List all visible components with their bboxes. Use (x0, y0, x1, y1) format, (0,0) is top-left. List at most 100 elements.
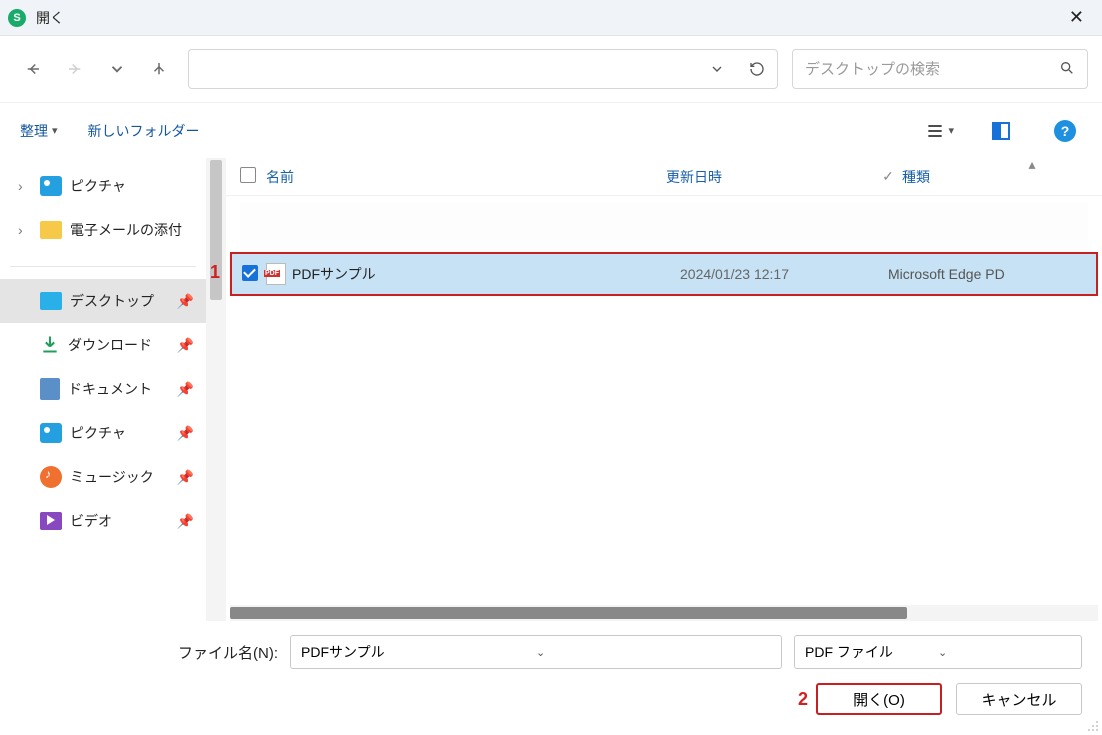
file-date: 2024/01/23 12:17 (680, 266, 888, 282)
redacted-row (240, 202, 1088, 250)
music-icon (40, 466, 62, 488)
pin-icon: 📌 (177, 293, 194, 310)
file-type: Microsoft Edge PD (888, 266, 1096, 282)
new-folder-label: 新しいフォルダー (88, 121, 200, 141)
arrow-left-icon (24, 60, 42, 78)
pdf-icon (266, 263, 292, 285)
sort-indicator[interactable]: ✓ (874, 168, 902, 185)
select-all-checkbox[interactable] (240, 167, 266, 186)
pin-icon: 📌 (177, 425, 194, 442)
qa-label: ピクチャ (70, 423, 126, 443)
quick-access-pictures[interactable]: ピクチャ 📌 (0, 411, 206, 455)
separator (10, 266, 196, 267)
row-checkbox[interactable] (242, 265, 266, 284)
download-icon (40, 334, 60, 357)
column-headers: 名前 更新日時 ✓ 種類 ▴ (226, 158, 1102, 196)
column-date[interactable]: 更新日時 (666, 167, 874, 187)
help-icon: ? (1054, 120, 1076, 142)
title-bar: S 開く ✕ (0, 0, 1102, 36)
app-icon: S (8, 9, 26, 27)
chevron-down-icon (108, 60, 126, 78)
expand-icon[interactable]: › (18, 178, 32, 194)
organize-label: 整理 (20, 121, 48, 141)
filename-label: ファイル名(N): (178, 642, 278, 663)
file-list: 名前 更新日時 ✓ 種類 ▴ 1 PDFサンプル 2024/01/23 12:1… (226, 158, 1102, 621)
navigation-tree: › ピクチャ › 電子メールの添付 デスクトップ 📌 ダウンロード (0, 158, 206, 621)
footer: ファイル名(N): PDFサンプル ⌄ PDF ファイル ⌄ 2 開く(O) キ… (0, 621, 1102, 735)
tree-scrollbar[interactable] (206, 158, 226, 621)
picture-icon (40, 176, 62, 196)
preview-pane-button[interactable] (984, 114, 1018, 148)
chevron-down-icon[interactable]: ⌄ (938, 646, 1071, 659)
file-type-filter[interactable]: PDF ファイル ⌄ (794, 635, 1082, 669)
expand-icon[interactable]: › (18, 222, 32, 238)
quick-access-desktop[interactable]: デスクトップ 📌 (0, 279, 206, 323)
column-type[interactable]: 種類 (902, 167, 1102, 187)
qa-label: ドキュメント (68, 379, 152, 399)
column-name[interactable]: 名前 (266, 167, 666, 187)
new-folder-button[interactable]: 新しいフォルダー (88, 121, 200, 141)
open-button[interactable]: 開く(O) (816, 683, 942, 715)
close-button[interactable]: ✕ (1059, 3, 1094, 32)
history-dropdown[interactable] (98, 50, 136, 88)
desktop-icon (40, 292, 62, 310)
quick-access-videos[interactable]: ビデオ 📌 (0, 499, 206, 543)
refresh-icon (749, 61, 765, 77)
help-button[interactable]: ? (1048, 114, 1082, 148)
forward-button[interactable] (56, 50, 94, 88)
tree-label: 電子メールの添付 (70, 220, 182, 240)
pin-icon: 📌 (177, 381, 194, 398)
list-icon (924, 121, 946, 141)
tree-item-mail-attachments[interactable]: › 電子メールの添付 (0, 208, 206, 252)
chevron-down-icon: ▾ (52, 124, 58, 137)
search-box[interactable] (792, 49, 1088, 89)
annotation-2: 2 (798, 689, 808, 710)
tree-item-pictures[interactable]: › ピクチャ (0, 164, 206, 208)
pin-icon: 📌 (177, 513, 194, 530)
pane-icon (992, 122, 1010, 140)
view-menu[interactable]: ▾ (924, 121, 954, 141)
quick-access-music[interactable]: ミュージック 📌 (0, 455, 206, 499)
organize-menu[interactable]: 整理 ▾ (20, 121, 58, 141)
up-button[interactable] (140, 50, 178, 88)
file-row[interactable]: 1 PDFサンプル 2024/01/23 12:17 Microsoft Edg… (230, 252, 1098, 296)
nav-row (0, 36, 1102, 102)
filename-value: PDFサンプル (301, 642, 536, 662)
filename-input[interactable]: PDFサンプル ⌄ (290, 635, 782, 669)
quick-access-downloads[interactable]: ダウンロード 📌 (0, 323, 206, 367)
qa-label: ミュージック (70, 467, 154, 487)
picture-icon (40, 423, 62, 443)
main-area: › ピクチャ › 電子メールの添付 デスクトップ 📌 ダウンロード (0, 158, 1102, 621)
tree-label: ピクチャ (70, 176, 126, 196)
resize-grip[interactable] (1085, 718, 1099, 732)
annotation-1: 1 (210, 262, 220, 283)
sort-asc-icon: ▴ (1018, 156, 1046, 173)
horizontal-scrollbar[interactable] (230, 605, 1098, 621)
pin-icon: 📌 (177, 337, 194, 354)
refresh-button[interactable] (737, 50, 777, 88)
address-bar[interactable] (188, 49, 778, 89)
window-title: 開く (36, 8, 64, 28)
video-icon (40, 512, 62, 530)
quick-access-documents[interactable]: ドキュメント 📌 (0, 367, 206, 411)
arrow-right-icon (66, 60, 84, 78)
qa-label: デスクトップ (70, 291, 154, 311)
back-button[interactable] (14, 50, 52, 88)
qa-label: ビデオ (70, 511, 112, 531)
chevron-down-icon: ▾ (948, 124, 954, 137)
arrow-up-icon (150, 60, 168, 78)
document-icon (40, 378, 60, 400)
search-input[interactable] (805, 61, 1059, 78)
pin-icon: 📌 (177, 469, 194, 486)
chevron-down-icon (709, 61, 725, 77)
address-dropdown[interactable] (697, 50, 737, 88)
filter-value: PDF ファイル (805, 642, 938, 662)
qa-label: ダウンロード (68, 335, 152, 355)
search-icon[interactable] (1059, 60, 1075, 79)
scrollbar-thumb[interactable] (230, 607, 907, 619)
toolbar: 整理 ▾ 新しいフォルダー ▾ ? (0, 102, 1102, 158)
chevron-down-icon[interactable]: ⌄ (536, 646, 771, 659)
folder-icon (40, 221, 62, 239)
cancel-button[interactable]: キャンセル (956, 683, 1082, 715)
file-name: PDFサンプル (292, 264, 680, 284)
